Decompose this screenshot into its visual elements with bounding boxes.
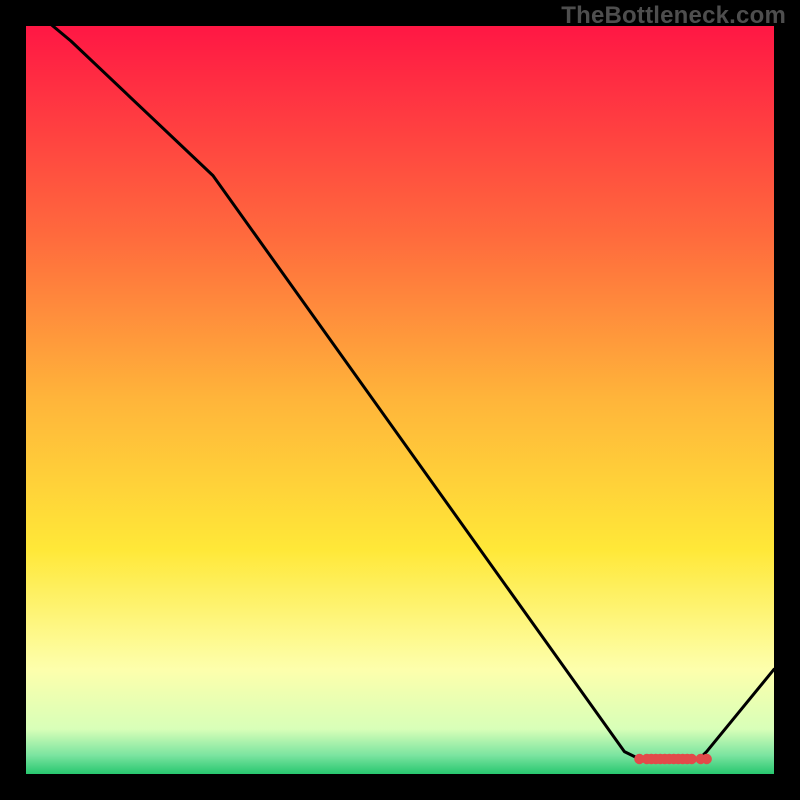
optimal-marker <box>687 754 697 764</box>
optimal-markers <box>634 754 712 764</box>
plot-svg <box>26 26 774 774</box>
plot-frame <box>26 26 774 774</box>
optimal-marker <box>702 754 712 764</box>
chart-root: TheBottleneck.com <box>0 0 800 800</box>
gradient-background <box>26 26 774 774</box>
